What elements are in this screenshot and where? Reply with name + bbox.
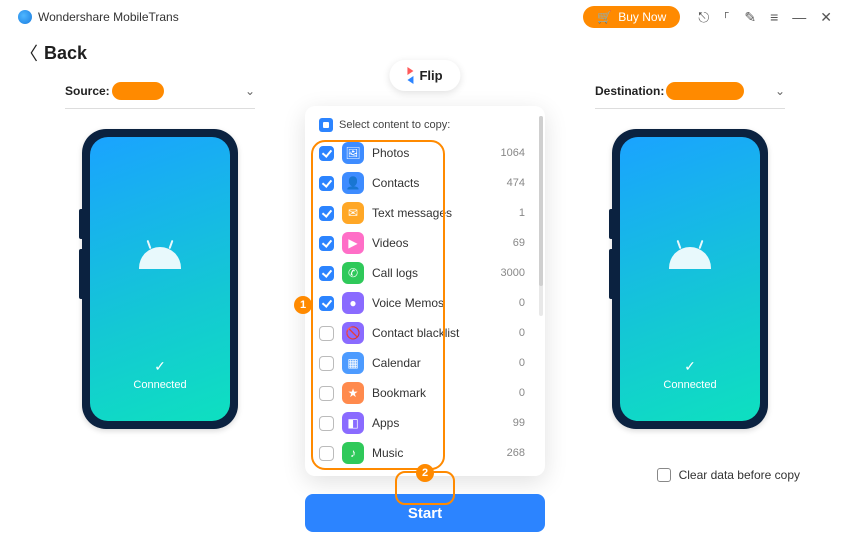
item-name: Text messages (372, 206, 511, 220)
destination-selector[interactable]: Destination: ⌄ (595, 76, 785, 109)
clear-data-checkbox[interactable] (657, 468, 671, 482)
item-icon: ▦ (342, 352, 364, 374)
item-name: Calendar (372, 356, 511, 370)
item-checkbox[interactable] (319, 446, 334, 461)
item-checkbox[interactable] (319, 206, 334, 221)
item-name: Call logs (372, 266, 493, 280)
item-checkbox[interactable] (319, 266, 334, 281)
titlebar: Wondershare MobileTrans 🛒 Buy Now ⎋ ⸀ ✎ … (0, 0, 850, 34)
select-all-checkbox[interactable] (319, 118, 333, 132)
content-list: 🖼 Photos 1064 👤 Contacts 474 ✉ Text messages 1 ▶ V… (315, 138, 535, 468)
edit-icon[interactable]: ✎ (744, 10, 756, 24)
account-icon[interactable]: ⎋ (698, 10, 709, 24)
item-checkbox[interactable] (319, 386, 334, 401)
list-item[interactable]: 🚫 Contact blacklist 0 (315, 318, 535, 348)
source-selector[interactable]: Source: ⌄ (65, 76, 255, 109)
item-count: 69 (513, 237, 531, 249)
item-name: Voice Memos (372, 296, 511, 310)
content-panel: Select content to copy: 🖼 Photos 1064 👤 Cont… (305, 106, 545, 476)
chevron-down-icon: ⌄ (775, 84, 785, 98)
buy-now-button[interactable]: 🛒 Buy Now (583, 6, 680, 28)
app-title: Wondershare MobileTrans (18, 10, 179, 24)
item-count: 474 (507, 177, 531, 189)
redacted-destination (666, 82, 744, 100)
annotation-step-1: 1 (294, 296, 312, 314)
android-icon (667, 247, 713, 275)
app-logo-icon (18, 10, 32, 24)
scrollbar[interactable] (539, 116, 543, 316)
item-count: 0 (519, 357, 531, 369)
chevron-left-icon: 〈 (20, 40, 38, 66)
item-count: 0 (519, 387, 531, 399)
item-count: 99 (513, 417, 531, 429)
list-item[interactable]: ✆ Call logs 3000 (315, 258, 535, 288)
list-item[interactable]: ▶ Videos 69 (315, 228, 535, 258)
item-name: Contact blacklist (372, 326, 511, 340)
item-name: Videos (372, 236, 505, 250)
item-icon: ✉ (342, 202, 364, 224)
flip-button[interactable]: Flip (389, 60, 460, 91)
destination-phone: ✓ Connected (612, 129, 768, 429)
item-count: 1 (519, 207, 531, 219)
item-name: Music (372, 446, 499, 460)
annotation-step-2: 2 (416, 464, 434, 482)
item-checkbox[interactable] (319, 416, 334, 431)
start-button[interactable]: Start (305, 494, 545, 532)
check-icon: ✓ (684, 358, 696, 375)
item-icon: ✆ (342, 262, 364, 284)
item-icon: ★ (342, 382, 364, 404)
list-item[interactable]: 👤 Contacts 474 (315, 168, 535, 198)
item-count: 268 (507, 447, 531, 459)
item-icon: 🖼 (342, 142, 364, 164)
item-checkbox[interactable] (319, 326, 334, 341)
destination-status: Connected (663, 379, 716, 391)
android-icon (137, 247, 183, 275)
item-checkbox[interactable] (319, 176, 334, 191)
source-phone: ✓ Connected (82, 129, 238, 429)
item-count: 0 (519, 297, 531, 309)
list-item[interactable]: 🖼 Photos 1064 (315, 138, 535, 168)
list-item[interactable]: ◧ Apps 99 (315, 408, 535, 438)
item-checkbox[interactable] (319, 236, 334, 251)
item-name: Bookmark (372, 386, 511, 400)
list-item[interactable]: ▦ Calendar 0 (315, 348, 535, 378)
redacted-source (112, 82, 164, 100)
item-icon: 👤 (342, 172, 364, 194)
item-checkbox[interactable] (319, 296, 334, 311)
item-count: 1064 (501, 147, 531, 159)
item-name: Photos (372, 146, 493, 160)
item-name: Contacts (372, 176, 499, 190)
close-icon[interactable]: ✕ (820, 10, 832, 24)
check-icon: ✓ (154, 358, 166, 375)
clear-data-option[interactable]: Clear data before copy (657, 468, 800, 482)
item-icon: ▶ (342, 232, 364, 254)
item-icon: 🚫 (342, 322, 364, 344)
list-item[interactable]: ● Voice Memos 0 (315, 288, 535, 318)
item-count: 3000 (501, 267, 531, 279)
feedback-icon[interactable]: ⸀ (723, 10, 730, 24)
minimize-icon[interactable]: — (792, 10, 806, 24)
chevron-down-icon: ⌄ (245, 84, 255, 98)
menu-icon[interactable]: ≡ (770, 10, 778, 24)
item-checkbox[interactable] (319, 146, 334, 161)
list-item[interactable]: ✉ Text messages 1 (315, 198, 535, 228)
item-icon: ♪ (342, 442, 364, 464)
source-status: Connected (133, 379, 186, 391)
cart-icon: 🛒 (597, 10, 612, 24)
item-name: Apps (372, 416, 505, 430)
list-item[interactable]: ★ Bookmark 0 (315, 378, 535, 408)
item-icon: ● (342, 292, 364, 314)
item-icon: ◧ (342, 412, 364, 434)
item-count: 0 (519, 327, 531, 339)
flip-icon (407, 67, 413, 84)
select-content-label: Select content to copy: (339, 119, 450, 131)
item-checkbox[interactable] (319, 356, 334, 371)
